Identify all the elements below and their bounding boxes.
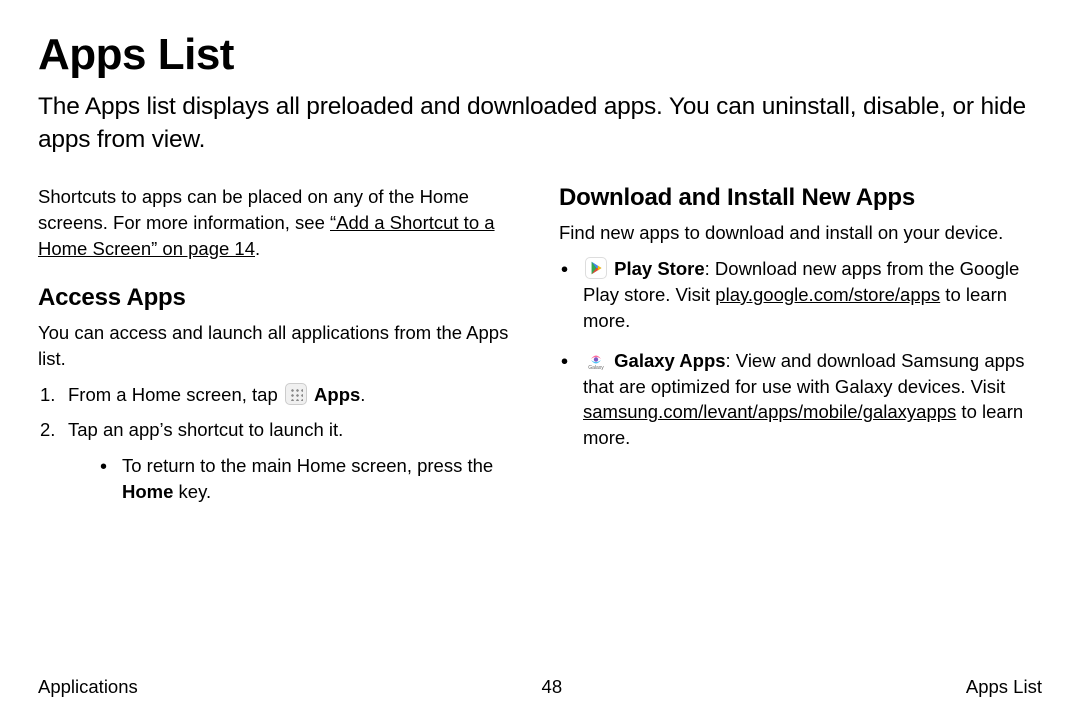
right-column: Download and Install New Apps Find new a… [559, 184, 1042, 519]
step-1: From a Home screen, tap Apps. [38, 382, 521, 408]
app-sources-list: • Play Store: Download new apps from the… [559, 256, 1042, 451]
step-2-sub-home: Home [122, 481, 173, 502]
step-2-subitem: To return to the main Home screen, press… [98, 453, 521, 505]
step-2-sublist: To return to the main Home screen, press… [68, 453, 521, 505]
galaxy-apps-link[interactable]: samsung.com/levant/apps/mobile/galaxyapp… [583, 401, 956, 422]
access-steps-list: From a Home screen, tap Apps. Tap an app… [38, 382, 521, 506]
step-2-text: Tap an app’s shortcut to launch it. [68, 419, 343, 440]
bullet-icon: • [561, 256, 568, 284]
access-apps-heading: Access Apps [38, 284, 521, 312]
apps-grid-icon [285, 383, 307, 405]
play-store-link[interactable]: play.google.com/store/apps [715, 284, 940, 305]
page-title: Apps List [38, 30, 1042, 80]
document-page: Apps List The Apps list displays all pre… [0, 0, 1080, 720]
galaxy-apps-item: • Galaxy Galaxy Apps: View and download … [559, 348, 1042, 452]
shortcut-note-suffix: . [255, 238, 260, 259]
left-column: Shortcuts to apps can be placed on any o… [38, 184, 521, 519]
play-store-icon [585, 257, 607, 279]
download-body: Find new apps to download and install on… [559, 220, 1042, 246]
intro-paragraph: The Apps list displays all preloaded and… [38, 90, 1042, 156]
galaxy-apps-icon: Galaxy [585, 349, 607, 371]
galaxy-icon-sublabel: Galaxy [585, 365, 607, 372]
footer-topic: Apps List [966, 676, 1042, 698]
step-1-end: . [360, 384, 365, 405]
play-store-label: Play Store [614, 258, 705, 279]
step-1-apps-label: Apps [314, 384, 360, 405]
shortcut-note: Shortcuts to apps can be placed on any o… [38, 184, 521, 262]
footer-section-name: Applications [38, 676, 138, 698]
step-2: Tap an app’s shortcut to launch it. To r… [38, 417, 521, 505]
galaxy-apps-label: Galaxy Apps [614, 350, 725, 371]
play-store-item: • Play Store: Download new apps from the… [559, 256, 1042, 334]
two-column-layout: Shortcuts to apps can be placed on any o… [38, 184, 1042, 519]
step-2-sub-suffix: key. [173, 481, 211, 502]
bullet-icon: • [561, 348, 568, 376]
download-heading: Download and Install New Apps [559, 184, 1042, 212]
footer-page-number: 48 [542, 676, 563, 698]
step-1-prefix: From a Home screen, tap [68, 384, 283, 405]
step-2-sub-prefix: To return to the main Home screen, press… [122, 455, 493, 476]
page-footer: Applications 48 Apps List [38, 676, 1042, 698]
access-apps-body: You can access and launch all applicatio… [38, 320, 521, 372]
